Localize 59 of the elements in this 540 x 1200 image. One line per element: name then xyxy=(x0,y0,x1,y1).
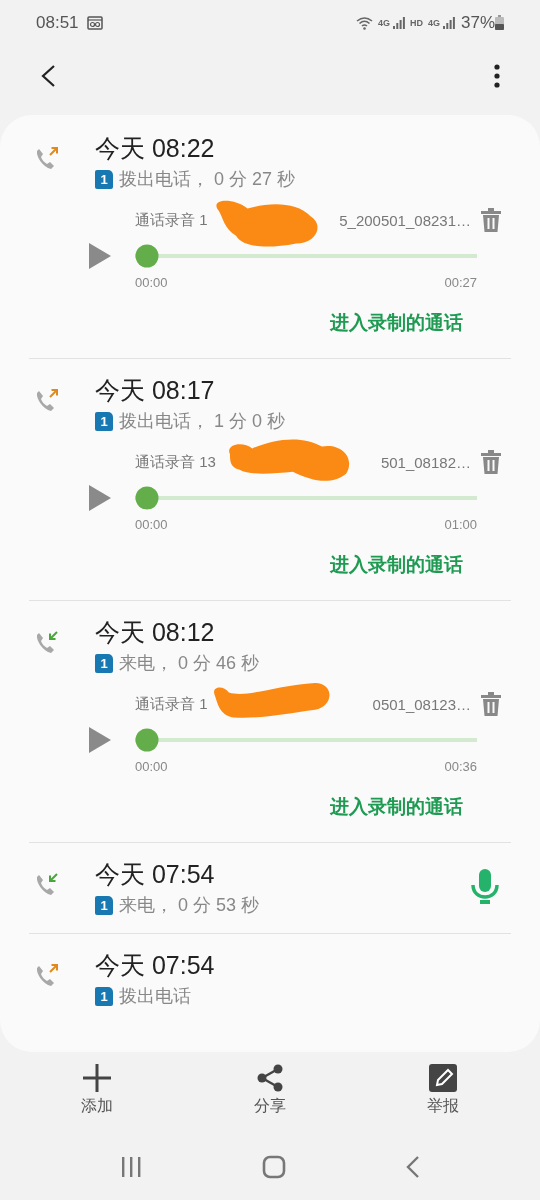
battery-icon xyxy=(495,15,504,30)
recorded-call-link[interactable]: 进入录制的通话 xyxy=(330,310,463,336)
delete-button[interactable] xyxy=(481,208,501,232)
call-detail: 来电， 0 分 46 秒 xyxy=(119,652,260,675)
elapsed-time: 00:00 xyxy=(135,275,168,290)
recent-apps-icon[interactable] xyxy=(120,1156,142,1178)
elapsed-time: 00:00 xyxy=(135,759,168,774)
delete-button[interactable] xyxy=(481,692,501,716)
signal-icon xyxy=(392,16,405,29)
network-label: 4G xyxy=(427,17,440,28)
home-icon[interactable] xyxy=(262,1155,286,1179)
recording-name: 0501_08123… xyxy=(372,695,471,713)
network-label: HD xyxy=(409,17,423,28)
recording-name: 501_08182… xyxy=(380,453,471,471)
add-button[interactable]: 添加 xyxy=(36,1064,157,1136)
total-time: 00:27 xyxy=(444,275,477,290)
delete-button[interactable] xyxy=(481,450,501,474)
sim-badge: 1 xyxy=(95,895,113,915)
call-detail: 来电， 0 分 53 秒 xyxy=(119,894,260,917)
call-time: 今天 08:12 xyxy=(95,617,215,648)
sim-badge: 1 xyxy=(95,169,113,189)
call-time: 今天 08:17 xyxy=(95,375,215,406)
edit-icon xyxy=(429,1064,458,1092)
slider-thumb[interactable] xyxy=(135,244,158,268)
call-detail: 拨出电话， 1 分 0 秒 xyxy=(119,410,286,433)
recorded-call-link[interactable]: 进入录制的通话 xyxy=(330,794,463,820)
voicemail-icon xyxy=(86,15,103,30)
elapsed-time: 00:00 xyxy=(135,517,168,532)
recording-name: 5_200501_08231… xyxy=(339,211,471,229)
call-detail: 拨出电话 xyxy=(119,985,191,1008)
slider-thumb[interactable] xyxy=(135,728,158,752)
sim-badge: 1 xyxy=(95,986,113,1006)
microphone-icon[interactable] xyxy=(471,869,499,905)
recorded-call-link[interactable]: 进入录制的通话 xyxy=(330,552,463,578)
network-label: 4G xyxy=(377,17,390,28)
play-button[interactable] xyxy=(89,485,111,511)
total-time: 00:36 xyxy=(444,759,477,774)
call-time: 今天 07:54 xyxy=(95,859,215,890)
report-button[interactable]: 举报 xyxy=(383,1064,504,1136)
call-detail: 拨出电话， 0 分 27 秒 xyxy=(119,168,296,191)
plus-icon xyxy=(82,1064,111,1092)
clock-time: 08:51 xyxy=(36,12,79,33)
share-button[interactable]: 分享 xyxy=(210,1064,330,1136)
wifi-icon xyxy=(355,15,373,30)
play-button[interactable] xyxy=(89,243,111,269)
call-time: 今天 07:54 xyxy=(95,950,215,981)
more-icon[interactable] xyxy=(494,64,500,88)
recording-name: 通话录音 1 xyxy=(135,210,208,230)
sim-badge: 1 xyxy=(95,653,113,673)
signal-icon xyxy=(442,16,455,29)
share-icon xyxy=(257,1064,283,1092)
total-time: 01:00 xyxy=(444,517,477,532)
call-time: 今天 08:22 xyxy=(95,133,215,164)
battery-percent: 37% xyxy=(460,12,495,33)
recording-name: 通话录音 13 xyxy=(135,452,216,472)
recording-name: 通话录音 1 xyxy=(135,694,208,714)
sim-badge: 1 xyxy=(95,411,113,431)
slider-thumb[interactable] xyxy=(135,486,158,510)
play-button[interactable] xyxy=(89,727,111,753)
